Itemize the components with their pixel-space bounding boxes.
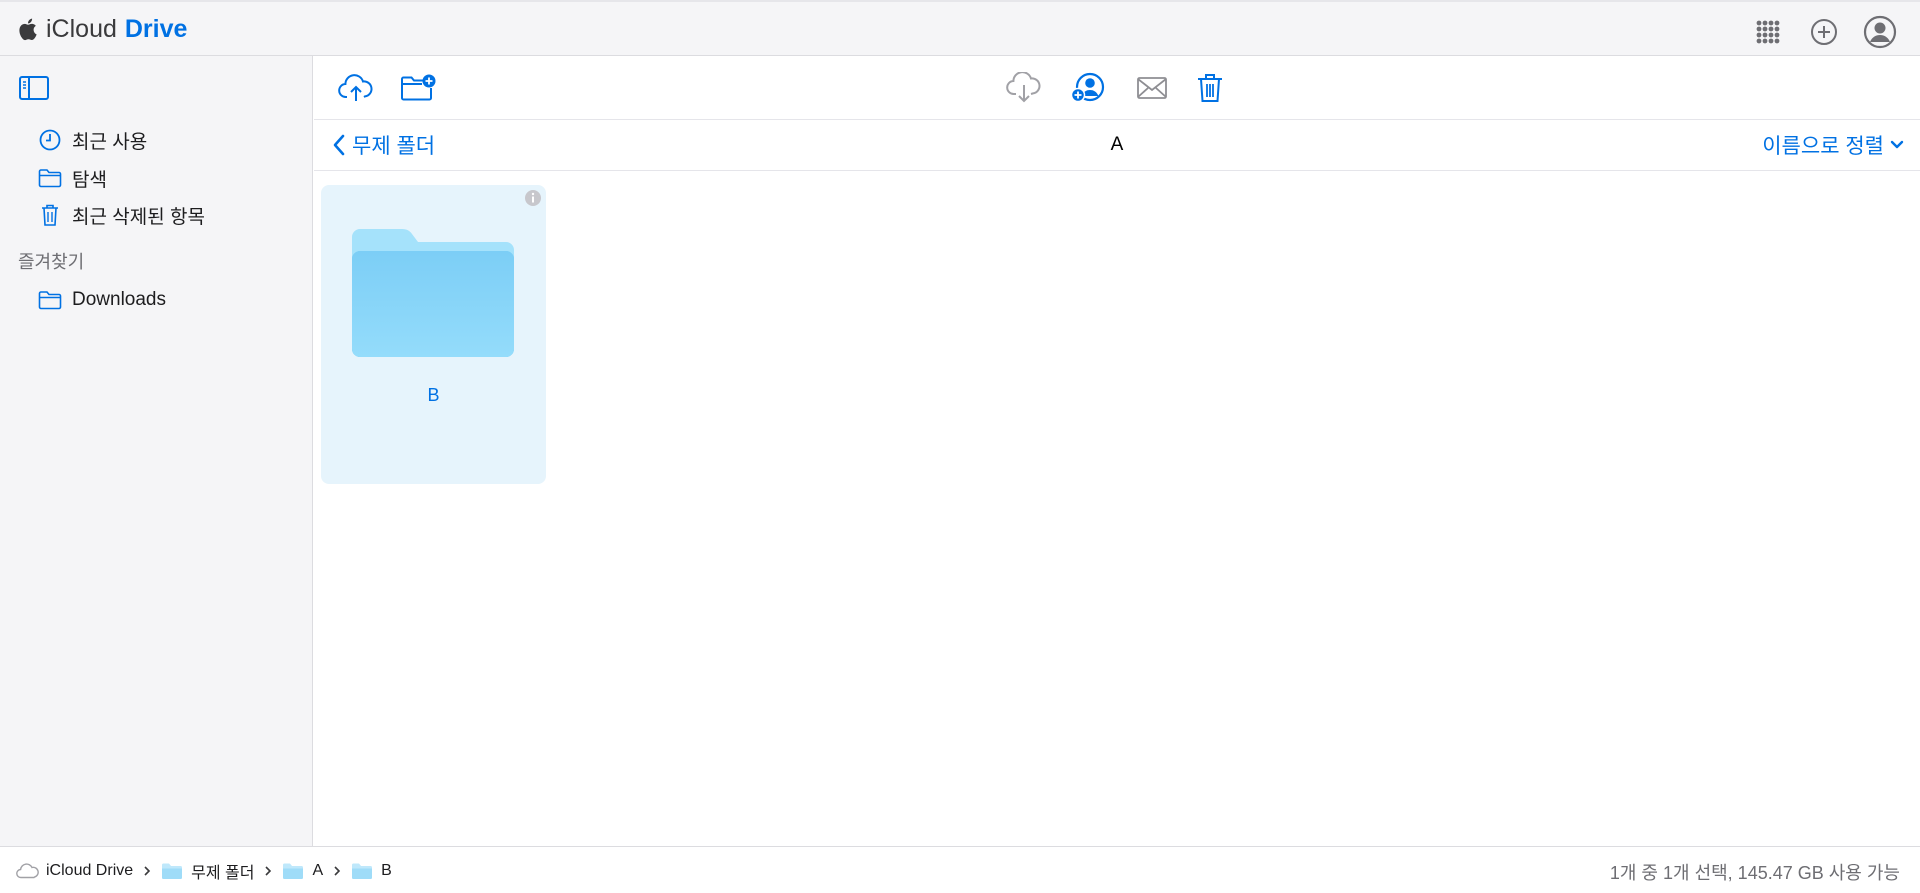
- sidebar: 최근 사용 탐색 최근 삭제된 항목 즐겨찾기 Downloads: [0, 56, 313, 846]
- sidebar-item-label: 최근 사용: [72, 131, 148, 153]
- cloud-icon: [16, 862, 40, 880]
- chevron-down-icon: [1890, 140, 1904, 149]
- toolbar: [314, 56, 1920, 120]
- breadcrumb-folder-b[interactable]: B: [351, 862, 392, 880]
- breadcrumb-untitled-folder[interactable]: 무제 폴더: [161, 859, 254, 883]
- sort-label: 이름으로 정렬: [1762, 135, 1884, 158]
- email-icon[interactable]: [1132, 68, 1172, 108]
- app-name-drive: Drive: [124, 14, 188, 43]
- sidebar-item-label: 최근 삭제된 항목: [72, 206, 205, 228]
- current-folder-title: A: [1110, 134, 1124, 155]
- breadcrumb-label: iCloud Drive: [46, 862, 134, 879]
- sidebar-toggle-icon[interactable]: [18, 74, 50, 102]
- top-icons: [1750, 14, 1898, 50]
- new-folder-icon[interactable]: [398, 68, 438, 108]
- breadcrumb-label: A: [312, 862, 324, 879]
- app-name-icloud: iCloud: [46, 14, 117, 43]
- file-browser-content: B: [314, 172, 1920, 846]
- selection-status: 1개 중 1개 선택, 145.47 GB 사용 가능: [1609, 863, 1900, 883]
- sidebar-item-label: Downloads: [72, 289, 166, 310]
- clock-icon: [38, 128, 62, 152]
- folder-icon: [282, 862, 306, 880]
- favorites-heading: 즐겨찾기: [18, 252, 85, 272]
- folder-large-icon: [352, 229, 514, 357]
- folder-icon: [351, 862, 375, 880]
- folder-icon: [38, 288, 62, 312]
- chevron-right-icon: [264, 865, 272, 877]
- breadcrumb-label: 무제 폴더: [191, 865, 255, 882]
- trash-icon: [38, 203, 62, 227]
- top-bar: iCloud Drive: [0, 0, 1920, 56]
- chevron-right-icon: [143, 865, 151, 877]
- upload-icon[interactable]: [336, 68, 376, 108]
- sort-dropdown[interactable]: 이름으로 정렬: [1762, 130, 1904, 160]
- share-collaborate-icon[interactable]: [1068, 68, 1108, 108]
- sidebar-item-label: 탐색: [72, 169, 107, 191]
- plus-circle-icon[interactable]: [1806, 14, 1842, 50]
- breadcrumb-icloud-drive[interactable]: iCloud Drive: [16, 862, 133, 880]
- delete-icon[interactable]: [1190, 68, 1230, 108]
- folder-icon: [161, 862, 185, 880]
- sidebar-item-downloads[interactable]: Downloads: [38, 284, 166, 316]
- status-bar: iCloud Drive 무제 폴더 A B 1개 중 1개 선택, 145.4…: [0, 846, 1920, 893]
- breadcrumb: iCloud Drive 무제 폴더 A B: [16, 859, 392, 883]
- sidebar-item-recently-deleted[interactable]: 최근 삭제된 항목: [38, 199, 205, 231]
- account-icon[interactable]: [1862, 14, 1898, 50]
- info-icon[interactable]: [524, 189, 542, 207]
- app-brand[interactable]: iCloud Drive: [18, 14, 187, 44]
- apple-logo-icon: [19, 18, 37, 41]
- navigation-row: 무제 폴더 A 이름으로 정렬: [314, 120, 1920, 171]
- chevron-right-icon: [333, 865, 341, 877]
- folder-tile-name: B: [427, 385, 440, 405]
- breadcrumb-folder-a[interactable]: A: [282, 862, 323, 880]
- app-grid-icon[interactable]: [1750, 14, 1786, 50]
- sidebar-item-recents[interactable]: 최근 사용: [38, 124, 147, 156]
- sidebar-item-browse[interactable]: 탐색: [38, 162, 107, 194]
- breadcrumb-label: B: [381, 862, 392, 879]
- download-icon[interactable]: [1004, 68, 1044, 108]
- folder-tile[interactable]: B: [321, 185, 546, 484]
- folder-icon: [38, 166, 62, 190]
